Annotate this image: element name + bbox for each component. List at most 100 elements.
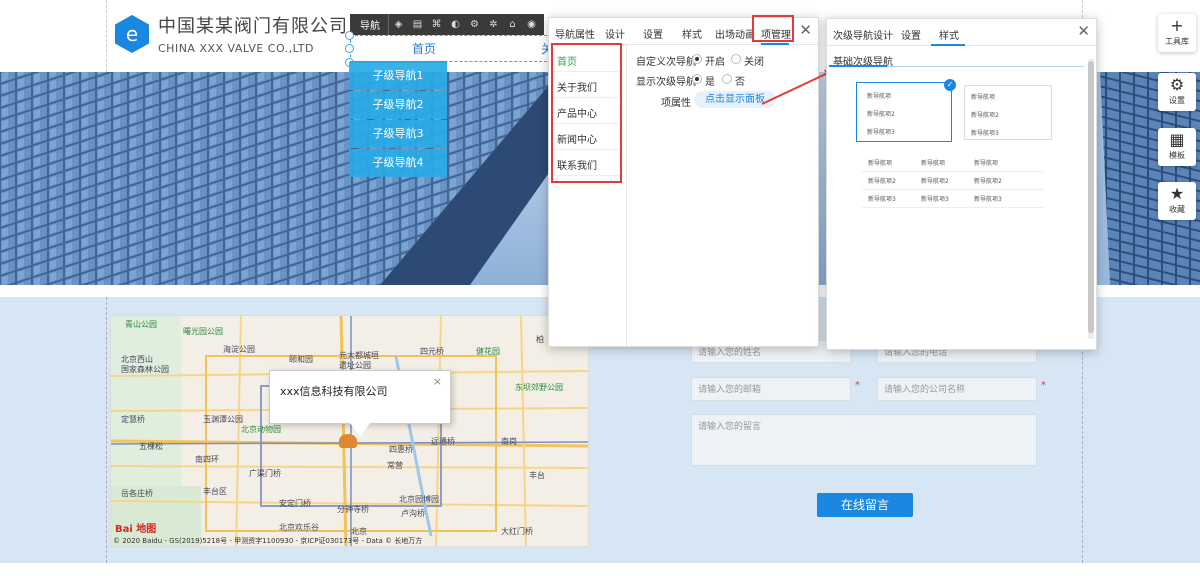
show-sub-no-radio[interactable] <box>722 74 732 84</box>
tab-settings[interactable]: 设置 <box>901 27 921 42</box>
tab-design[interactable]: 设计 <box>605 26 625 41</box>
map-label: 北京动物园 <box>241 425 281 434</box>
tab-sub-nav-design[interactable]: 次级导航设计 <box>833 27 893 42</box>
home-icon[interactable]: ⌂ <box>503 14 522 35</box>
sub-nav-item[interactable]: 子级导航2 <box>349 91 447 119</box>
sub-nav-item[interactable]: 子级导航4 <box>349 149 447 177</box>
show-sub-yes-radio[interactable] <box>692 74 702 84</box>
animation-icon[interactable]: ✲ <box>484 14 503 35</box>
custom-nav-on-label[interactable]: 开启 <box>705 53 725 68</box>
highlight-box-list <box>551 43 622 183</box>
sub-nav-menu: 子级导航1 子级导航2 子级导航3 子级导航4 <box>349 62 447 178</box>
map-label: 四元桥 <box>420 347 444 356</box>
gear-icon[interactable]: ⚙ <box>465 14 484 35</box>
plus-icon: + <box>1170 16 1184 35</box>
map-label: 健花园 <box>476 347 500 356</box>
table-cell: 新导航项2 <box>921 178 949 185</box>
custom-nav-on-radio[interactable] <box>692 54 702 64</box>
map-label: 常营 <box>387 461 403 470</box>
resize-handle-tl[interactable] <box>345 31 354 40</box>
tool-label: 工具库 <box>1165 37 1189 46</box>
eye-icon[interactable]: ◉ <box>522 14 541 35</box>
nav-item-home[interactable]: 首页 <box>412 40 436 57</box>
map-info-popup: xxx信息科技有限公司 × <box>269 370 451 437</box>
table-cell: 新导航项3 <box>921 196 949 203</box>
custom-nav-off-radio[interactable] <box>731 54 741 64</box>
map-label: 曙光园公园 <box>183 327 223 336</box>
style-row: 新导航项 <box>971 94 996 101</box>
logo-hexagon-icon: e <box>115 14 149 53</box>
template-button[interactable]: ▦ 模板 <box>1158 128 1196 166</box>
map-label: 北京园博园 <box>399 495 439 504</box>
divider <box>862 189 1044 190</box>
email-input[interactable]: 请输入您的邮箱 <box>691 377 851 401</box>
tool-label: 模板 <box>1169 151 1185 160</box>
table-cell: 新导航项 <box>974 160 999 167</box>
map-label: 安定门桥 <box>279 499 311 508</box>
map-label: 玉渊潭公园 <box>203 415 243 424</box>
tab-settings[interactable]: 设置 <box>643 26 663 41</box>
required-mark: * <box>855 380 860 391</box>
table-cell: 新导航项 <box>868 160 893 167</box>
map-label: 国家森林公园 <box>121 365 169 374</box>
map-label: 颐和园 <box>289 355 313 364</box>
palette-icon[interactable]: ◐ <box>446 14 465 35</box>
check-icon: ✓ <box>944 79 956 91</box>
map-label: 南岗 <box>501 437 517 446</box>
close-icon[interactable]: ✕ <box>1077 22 1090 40</box>
panel-scrollbar[interactable] <box>1088 59 1094 339</box>
map-marker-icon[interactable] <box>339 434 357 448</box>
submit-message-button[interactable]: 在线留言 <box>817 493 913 517</box>
resize-handle-ml[interactable] <box>345 44 354 53</box>
gear-icon: ⚙ <box>1169 75 1185 94</box>
popup-close-icon[interactable]: × <box>433 375 442 388</box>
baidu-logo: Bai 地图 <box>115 524 157 535</box>
map-label: 远通桥 <box>431 437 455 446</box>
style-row: 新导航项3 <box>971 130 999 137</box>
link-icon[interactable]: ⌘ <box>427 14 446 35</box>
map-label: 东坝郊野公园 <box>515 383 563 392</box>
guide-line-left <box>106 297 107 563</box>
map-label: 南四环 <box>195 455 219 464</box>
map-label: 定慧桥 <box>121 415 145 424</box>
highlight-box-tab <box>752 15 794 42</box>
sub-heading-underline <box>829 65 887 67</box>
site-logo[interactable]: e 中国某某阀门有限公司 CHINA XXX VALVE CO.,LTD <box>112 12 348 55</box>
show-sub-yes-label[interactable]: 是 <box>705 73 715 88</box>
style-option-2[interactable]: 新导航项 新导航项2 新导航项3 <box>964 85 1052 140</box>
map-label: 青山公园 <box>125 320 157 329</box>
tab-nav-properties[interactable]: 导航属性 <box>555 26 595 41</box>
close-icon[interactable]: ✕ <box>799 21 812 39</box>
map-label: 丰台区 <box>203 487 227 496</box>
divider <box>862 207 1044 208</box>
baidu-map[interactable]: 青山公园 曙光园公园 北京西山 国家森林公园 海淀公园 元大都城垣 遗址公园 四… <box>110 315 589 547</box>
table-cell: 新导航项3 <box>974 196 1002 203</box>
style-row: 新导航项2 <box>971 112 999 119</box>
layers-icon[interactable]: ◈ <box>389 14 408 35</box>
company-input[interactable]: 请输入您的公司名称 <box>877 377 1037 401</box>
style-option-1[interactable]: 新导航项 新导航项2 新导航项3 <box>856 82 952 142</box>
tab-active-underline <box>761 43 789 45</box>
edit-icon[interactable]: ▤ <box>408 14 427 35</box>
nav-toolbar: 导航 ◈ ▤ ⌘ ◐ ⚙ ✲ ⌂ ◉ <box>350 14 544 35</box>
map-label: 大红门桥 <box>501 527 533 536</box>
table-cell: 新导航项 <box>921 160 946 167</box>
panel2-tabs: 次级导航设计 设置 样式 ✕ <box>827 19 1096 46</box>
tab-style[interactable]: 样式 <box>682 26 702 41</box>
sub-nav-item[interactable]: 子级导航1 <box>349 62 447 90</box>
item-attr-label: 项属性 <box>661 98 691 109</box>
map-label: 柏 <box>536 335 544 344</box>
svg-text:e: e <box>126 22 138 46</box>
show-sub-nav-label: 显示次级导航 <box>636 77 696 88</box>
tab-entrance-animation[interactable]: 出场动画 <box>715 26 755 41</box>
template-icon: ▦ <box>1169 130 1185 149</box>
map-label: 四惠桥 <box>389 445 413 454</box>
message-textarea[interactable]: 请输入您的留言 <box>691 414 1037 466</box>
tab-style[interactable]: 样式 <box>939 27 959 42</box>
settings-button[interactable]: ⚙ 设置 <box>1158 73 1196 111</box>
toolbox-button[interactable]: + 工具库 <box>1158 14 1196 52</box>
table-cell: 新导航项2 <box>868 178 896 185</box>
favorites-button[interactable]: ★ 收藏 <box>1158 182 1196 220</box>
show-sub-no-label[interactable]: 否 <box>735 73 745 88</box>
sub-nav-item[interactable]: 子级导航3 <box>349 120 447 148</box>
